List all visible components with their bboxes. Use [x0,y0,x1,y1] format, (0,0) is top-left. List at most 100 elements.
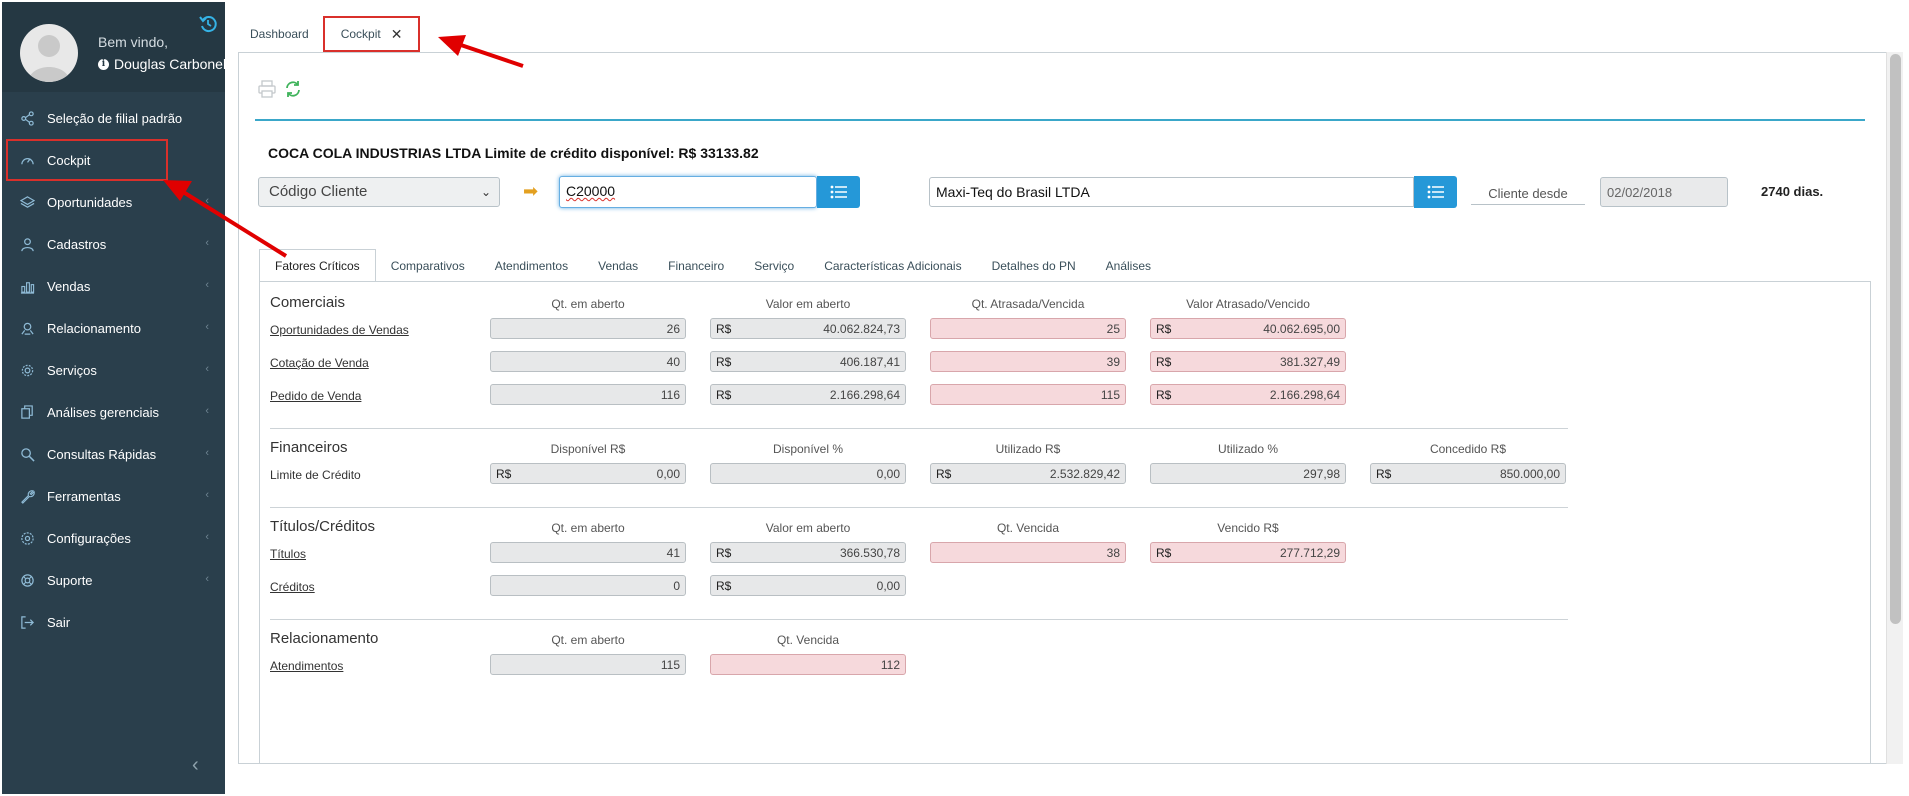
sidebar-item-label: Vendas [47,278,91,294]
tab-comparativos[interactable]: Comparativos [376,249,480,282]
field-valor-aberto: R$ 406.187,41 [710,351,906,372]
col-head: Qt. em aberto [551,521,625,535]
sidebar-item-cockpit[interactable]: Cockpit [6,139,168,181]
chevron-left-icon: ‹ [205,489,209,501]
sidebar-collapse-button[interactable]: ‹ [192,754,199,777]
section-title-comerciais: Comerciais [270,294,346,311]
client-code-list-button[interactable] [817,176,860,208]
lifebuoy-icon [19,572,35,588]
sidebar-item-label: Análises gerenciais [47,404,160,420]
days-count: 2740 dias. [1761,184,1824,199]
header-divider [255,119,1865,121]
sidebar-item-consultas-rapidas[interactable]: Consultas Rápidas ‹ [2,433,225,475]
sidebar-item-relacionamento[interactable]: Relacionamento ‹ [2,307,225,349]
gear-icon [19,530,35,546]
client-code-input[interactable]: C20000 [559,176,817,208]
search-type-select[interactable]: Código Cliente ⌄ [258,177,500,207]
history-icon[interactable] [198,14,218,34]
handshake-icon [19,320,35,336]
field-disponivel-pct: 0,00 [710,463,906,484]
col-head: Qt. Atrasada/Vencida [971,297,1085,311]
username-label: Douglas Carbonel [114,56,227,72]
field-qt-aberto: 115 [490,654,686,675]
sidebar-item-ferramentas[interactable]: Ferramentas ‹ [2,475,225,517]
sidebar-item-suporte[interactable]: Suporte ‹ [2,559,225,601]
link-atendimentos[interactable]: Atendimentos [270,659,343,673]
sidebar-item-analises-gerenciais[interactable]: Análises gerenciais ‹ [2,391,225,433]
sidebar-item-cadastros[interactable]: Cadastros ‹ [2,223,225,265]
tab-financeiro[interactable]: Financeiro [653,249,739,282]
arrow-right-icon: ➡ [523,181,539,201]
col-head: Valor em aberto [765,521,851,535]
tab-dashboard[interactable]: Dashboard [236,16,323,52]
tab-label: Dashboard [250,27,309,41]
client-name-list-button[interactable] [1414,176,1457,208]
refresh-icon[interactable] [283,79,303,99]
field-disponivel-rs: R$ 0,00 [490,463,686,484]
chevron-down-icon: ⌄ [480,185,491,199]
link-creditos[interactable]: Créditos [270,580,315,594]
subtabs: Fatores Críticos Comparativos Atendiment… [259,249,1166,282]
vertical-scrollbar[interactable] [1886,52,1903,764]
avatar [20,24,78,82]
sidebar-item-vendas[interactable]: Vendas ‹ [2,265,225,307]
sidebar-item-label: Cadastros [47,236,107,252]
print-icon[interactable] [257,79,277,99]
tab-fatores-criticos[interactable]: Fatores Críticos [259,249,376,282]
cockpit-panel: COCA COLA INDUSTRIAS LTDA Limite de créd… [238,52,1890,764]
col-head: Valor em aberto [765,297,851,311]
tab-atendimentos[interactable]: Atendimentos [480,249,583,282]
logout-icon [19,614,35,630]
client-name-input[interactable]: Maxi-Teq do Brasil LTDA [929,177,1414,207]
chevron-left-icon: ‹ [205,363,209,375]
sidebar-item-label: Cockpit [47,152,91,168]
sidebar-item-label: Suporte [47,572,93,588]
field-vencido-rs: R$ 277.712,29 [1150,542,1346,563]
link-oportunidades-vendas[interactable]: Oportunidades de Vendas [270,323,409,337]
sidebar-item-oportunidades[interactable]: Oportunidades ‹ [2,181,225,223]
tab-cockpit[interactable]: Cockpit ✕ [322,16,421,52]
sidebar-menu: Seleção de filial padrão Cockpit Oportun… [2,97,225,643]
close-icon[interactable]: ✕ [391,26,403,43]
sidebar-item-selecao-filial[interactable]: Seleção de filial padrão [2,97,225,139]
field-qt-aberto: 26 [490,318,686,339]
chevron-left-icon: ‹ [205,405,209,417]
user-icon [19,236,35,252]
section-divider [270,507,1568,508]
chevron-left-icon: ‹ [205,237,209,249]
tab-servico[interactable]: Serviço [739,249,809,282]
field-valor-atrasado: R$ 381.327,49 [1150,351,1346,372]
tab-vendas[interactable]: Vendas [583,249,653,282]
link-pedido-venda[interactable]: Pedido de Venda [270,389,361,403]
chevron-left-icon: ‹ [205,195,209,207]
col-head: Qt. Vencida [776,633,840,647]
sidebar-item-sair[interactable]: Sair [2,601,225,643]
sidebar-item-configuracoes[interactable]: Configurações ‹ [2,517,225,559]
link-titulos[interactable]: Títulos [270,547,306,561]
col-head: Disponível % [772,442,844,456]
sidebar-item-servicos[interactable]: Serviços ‹ [2,349,225,391]
section-title-titulos: Títulos/Créditos [270,518,376,535]
field-utilizado-pct: 297,98 [1150,463,1346,484]
info-icon: i [98,58,109,70]
main-area: Dashboard Cockpit ✕ COCA COLA INDUSTRIAS… [228,2,1907,794]
field-concedido-rs: R$ 850.000,00 [1370,463,1566,484]
section-title-financeiros: Financeiros [270,439,348,456]
sidebar-item-label: Sair [47,614,71,630]
tab-detalhes-pn[interactable]: Detalhes do PN [977,249,1091,282]
field-qt-atrasada: 25 [930,318,1126,339]
tab-caracteristicas-adicionais[interactable]: Características Adicionais [809,249,976,282]
chevron-left-icon: ‹ [205,321,209,333]
field-qt-aberto: 41 [490,542,686,563]
tab-label: Cockpit [340,27,381,41]
sidebar-item-label: Relacionamento [47,320,141,336]
tab-analises[interactable]: Análises [1091,249,1166,282]
field-valor-aberto: R$ 366.530,78 [710,542,906,563]
sidebar-item-label: Seleção de filial padrão [47,110,183,126]
link-cotacao-venda[interactable]: Cotação de Venda [270,356,369,370]
field-valor-aberto: R$ 0,00 [710,575,906,596]
select-value: Código Cliente [269,183,368,200]
sidebar-item-label: Configurações [47,530,131,546]
scrollbar-thumb[interactable] [1890,54,1901,624]
col-head: Qt. em aberto [551,297,625,311]
